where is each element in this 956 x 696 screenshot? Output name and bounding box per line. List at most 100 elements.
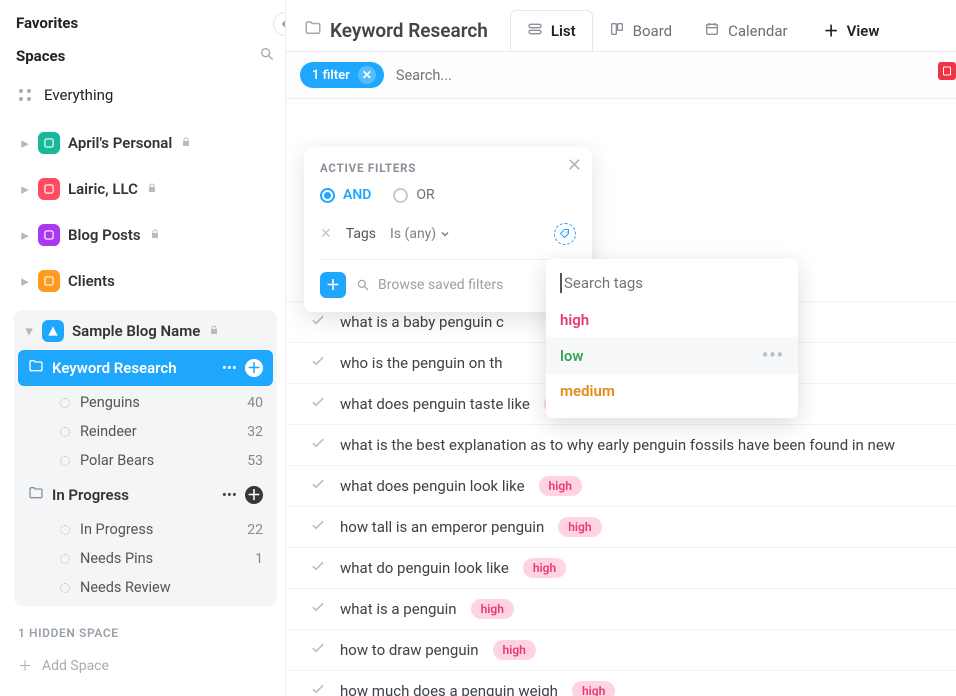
task-title: what is a baby penguin c: [340, 313, 504, 331]
list-count: 32: [247, 424, 263, 440]
tab-list[interactable]: List: [510, 10, 593, 51]
tag-option-label: high: [560, 311, 589, 329]
space-item[interactable]: ▸ Clients: [14, 264, 277, 298]
space-icon: [38, 224, 60, 246]
lock-icon: [146, 180, 158, 198]
space-item[interactable]: ▸ April's Personal: [14, 126, 277, 160]
list-item[interactable]: Needs Pins1: [18, 544, 273, 573]
tag-option[interactable]: low•••: [546, 337, 798, 374]
space-icon: [38, 132, 60, 154]
list-item[interactable]: Polar Bears53: [18, 446, 273, 475]
tab-calendar[interactable]: Calendar: [688, 10, 804, 51]
tab-label: Board: [633, 22, 672, 40]
check-icon[interactable]: [310, 353, 326, 373]
check-icon[interactable]: [310, 640, 326, 660]
search-input[interactable]: [396, 67, 942, 84]
check-icon[interactable]: [310, 517, 326, 537]
tag-badge[interactable]: high: [493, 640, 536, 660]
tab-board[interactable]: Board: [593, 10, 688, 51]
folder-icon: [28, 485, 44, 505]
add-space-label: Add Space: [42, 658, 109, 674]
clear-filter-icon[interactable]: ✕: [358, 66, 376, 84]
add-view-button[interactable]: ＋ View: [808, 10, 896, 51]
list-item[interactable]: In Progress 22: [18, 515, 273, 544]
logic-or[interactable]: OR: [393, 187, 434, 203]
check-icon[interactable]: [310, 558, 326, 578]
list-count: 22: [247, 522, 263, 538]
list-bullet-icon: [60, 554, 70, 564]
search-icon: [356, 278, 370, 292]
task-row[interactable]: what do penguin look like high: [286, 548, 956, 589]
add-list-icon[interactable]: ＋: [245, 359, 263, 377]
check-icon[interactable]: [310, 476, 326, 496]
right-tool-icon[interactable]: [938, 62, 956, 80]
folder-icon: [304, 19, 322, 42]
tag-search-input[interactable]: [560, 273, 784, 293]
condition-operator[interactable]: Is (any): [390, 226, 450, 242]
close-icon[interactable]: ✕: [567, 155, 582, 176]
condition-field[interactable]: Tags: [346, 226, 376, 242]
space-name: Blog Posts: [68, 226, 141, 244]
tag-option[interactable]: medium: [546, 374, 798, 408]
check-icon[interactable]: [310, 599, 326, 619]
space-item-active[interactable]: ▾ Sample Blog Name: [18, 314, 273, 348]
task-row[interactable]: how tall is an emperor penguin high: [286, 507, 956, 548]
task-title: what is a penguin: [340, 600, 457, 618]
caret-right-icon: ▸: [20, 226, 30, 244]
radio-icon: [393, 188, 408, 203]
tag-badge[interactable]: high: [539, 476, 582, 496]
search-icon[interactable]: [259, 46, 275, 66]
add-condition-button[interactable]: ＋: [320, 272, 346, 298]
add-list-icon[interactable]: ＋: [245, 486, 263, 504]
list-item[interactable]: Reindeer32: [18, 417, 273, 446]
space-item[interactable]: ▸ Lairic, LLC: [14, 172, 277, 206]
filter-chip[interactable]: 1 filter ✕: [300, 62, 384, 88]
logic-and[interactable]: AND: [320, 187, 371, 203]
more-icon[interactable]: •••: [222, 359, 237, 377]
hidden-space-label[interactable]: 1 HIDDEN SPACE: [18, 626, 273, 640]
space-icon: [42, 320, 64, 342]
task-row[interactable]: what does penguin look like high: [286, 466, 956, 507]
task-row[interactable]: how to draw penguin high: [286, 630, 956, 671]
task-title: how to draw penguin: [340, 641, 479, 659]
task-row[interactable]: what is the best explanation as to why e…: [286, 425, 956, 466]
check-icon[interactable]: [310, 435, 326, 455]
tag-option-label: medium: [560, 382, 615, 400]
task-title: how tall is an emperor penguin: [340, 518, 544, 536]
task-title: what do penguin look like: [340, 559, 509, 577]
more-icon[interactable]: •••: [222, 486, 237, 504]
tag-badge[interactable]: high: [572, 681, 615, 696]
add-space-button[interactable]: ＋ Add Space: [14, 650, 277, 682]
tag-badge[interactable]: high: [471, 599, 514, 619]
check-icon[interactable]: [310, 394, 326, 414]
list-name: In Progress: [80, 521, 153, 538]
folder-item[interactable]: In Progress ••• ＋: [18, 477, 273, 513]
spaces-heading[interactable]: Spaces: [16, 47, 65, 65]
list-count: 1: [255, 551, 263, 567]
check-icon[interactable]: [310, 681, 326, 696]
tag-dropdown: high low••• medium: [546, 259, 798, 418]
task-row[interactable]: what is a penguin high: [286, 589, 956, 630]
space-name: Sample Blog Name: [72, 322, 200, 340]
more-icon[interactable]: •••: [762, 345, 784, 366]
sidebar-collapse-button[interactable]: [273, 12, 286, 36]
everything-label: Everything: [44, 86, 113, 104]
folder-item[interactable]: Keyword Research ••• ＋: [18, 350, 273, 386]
browse-saved-filters[interactable]: Browse saved filters: [356, 277, 503, 293]
tag-value-add-icon[interactable]: [554, 223, 576, 245]
tag-badge[interactable]: high: [558, 517, 601, 537]
tab-label: List: [551, 22, 576, 40]
list-name: Penguins: [80, 394, 140, 411]
check-icon[interactable]: [310, 312, 326, 332]
task-row[interactable]: how much does a penguin weigh high: [286, 671, 956, 696]
space-item[interactable]: ▸ Blog Posts: [14, 218, 277, 252]
remove-condition-icon[interactable]: ✕: [320, 226, 332, 242]
tag-badge[interactable]: high: [523, 558, 566, 578]
breadcrumb[interactable]: Keyword Research: [304, 19, 488, 42]
list-item[interactable]: Needs Review: [18, 573, 273, 602]
tag-option[interactable]: high: [546, 303, 798, 337]
list-item[interactable]: Penguins40: [18, 388, 273, 417]
folder-name: In Progress: [52, 486, 214, 504]
everything-link[interactable]: Everything: [14, 80, 277, 110]
favorites-heading[interactable]: Favorites: [16, 14, 275, 32]
